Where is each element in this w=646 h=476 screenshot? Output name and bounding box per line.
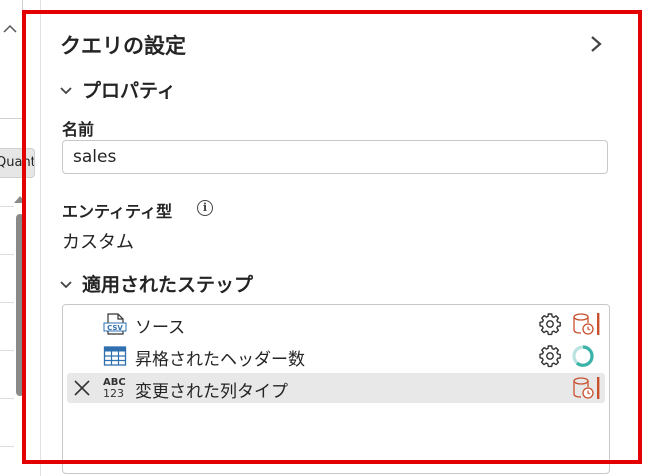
column-header-chip[interactable]: Quant [0, 148, 35, 178]
delete-step-icon[interactable] [71, 375, 93, 401]
query-settings-panel: クエリの設定 プロパティ 名前 エンティティ型 i カスタム 適用されたステップ… [42, 14, 624, 474]
vertical-scrollbar-thumb[interactable] [16, 214, 24, 396]
applied-steps-heading: 適用されたステップ [82, 274, 254, 296]
grid-row-line [0, 350, 14, 351]
table-icon [103, 345, 127, 367]
applied-step-item[interactable]: CSV ソース [67, 309, 605, 339]
type-icon-text-bottom: 123 [103, 387, 124, 400]
collapse-panel-button[interactable] [586, 34, 606, 58]
gear-icon[interactable] [538, 312, 562, 336]
scroll-up-arrow-icon[interactable] [14, 196, 26, 203]
chevron-down-icon [60, 278, 74, 293]
abc123-type-icon: ABC 123 [103, 377, 127, 399]
loading-spinner-icon [571, 344, 601, 368]
grid-row-line [0, 254, 14, 255]
entity-type-label: エンティティ型 [62, 202, 173, 221]
chevron-up-icon[interactable] [3, 22, 17, 34]
query-editor-left-strip: Quant [0, 0, 41, 476]
applied-steps-list: CSV ソース 昇格されたヘッダー数 ABC 123 変更された列タイプ [62, 304, 610, 474]
entity-type-value: カスタム [62, 232, 134, 253]
step-label: 変更された列タイプ [135, 382, 288, 402]
database-clock-icon [571, 376, 601, 400]
grid-row-line [0, 302, 14, 303]
csv-file-icon: CSV [103, 313, 127, 335]
step-label: ソース [135, 318, 186, 338]
panel-title: クエリの設定 [60, 34, 186, 58]
applied-steps-section-toggle[interactable]: 適用されたステップ [60, 270, 253, 297]
grid-row-line [0, 446, 14, 447]
svg-text:CSV: CSV [107, 324, 123, 332]
properties-section-toggle[interactable]: プロパティ [60, 76, 176, 103]
applied-step-item-selected[interactable]: ABC 123 変更された列タイプ [67, 373, 605, 403]
chevron-down-icon [60, 84, 74, 99]
applied-step-item[interactable]: 昇格されたヘッダー数 [67, 341, 605, 371]
preview-pane-edge [0, 0, 23, 119]
step-label: 昇格されたヘッダー数 [135, 350, 305, 370]
name-label: 名前 [62, 120, 95, 139]
query-name-input[interactable] [62, 140, 608, 174]
properties-heading: プロパティ [82, 80, 176, 102]
database-clock-icon [571, 312, 601, 336]
grid-row-line [0, 398, 14, 399]
info-icon[interactable]: i [197, 200, 213, 216]
gear-icon[interactable] [538, 344, 562, 368]
grid-row-line [0, 206, 14, 207]
chevron-right-icon [591, 36, 602, 52]
